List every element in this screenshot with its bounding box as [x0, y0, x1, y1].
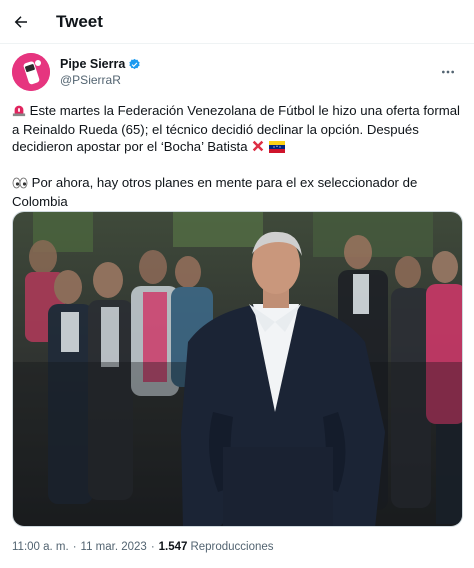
tweet-paragraph-2-text: Por ahora, hay otros planes en mente par…: [12, 175, 418, 209]
tweet-metadata: 11:00 a. m. · 11 mar. 2023 · 1.547 Repro…: [12, 541, 274, 553]
siren-emoji-icon: [12, 103, 26, 121]
tweet-paragraph-1: Este martes la Federación Venezolana de …: [12, 102, 462, 157]
separator: ·: [150, 541, 155, 553]
separator: ·: [72, 541, 77, 553]
tweet-author: Pipe Sierra @PSierraR: [12, 52, 462, 92]
author-handle[interactable]: @PSierraR: [60, 73, 141, 87]
tweet-paragraph-2: Por ahora, hay otros planes en mente par…: [12, 174, 462, 210]
views-label: Reproducciones: [190, 541, 274, 553]
verified-badge-icon: [128, 58, 141, 71]
tweet-photo-image: [13, 212, 462, 526]
more-horizontal-icon: [442, 70, 454, 74]
top-bar: Tweet: [0, 0, 474, 44]
avatar-image: [12, 53, 50, 91]
more-options-button[interactable]: [434, 58, 462, 86]
views-count: 1.547: [158, 541, 188, 553]
tweet-paragraph-1-text: Este martes la Federación Venezolana de …: [12, 103, 460, 154]
back-button[interactable]: [4, 5, 38, 39]
venezuela-flag-emoji-icon: [268, 140, 285, 157]
avatar[interactable]: [12, 53, 50, 91]
arrow-left-icon: [14, 15, 27, 28]
eyes-emoji-icon: [12, 176, 28, 193]
tweet-date[interactable]: 11 mar. 2023: [81, 541, 147, 553]
tweet-time[interactable]: 11:00 a. m.: [12, 541, 69, 553]
page-title: Tweet: [56, 11, 103, 31]
tweet-photo[interactable]: [12, 211, 463, 527]
tweet-text: Este martes la Federación Venezolana de …: [12, 102, 462, 210]
cross-mark-emoji-icon: [251, 139, 265, 157]
author-name[interactable]: Pipe Sierra: [60, 57, 125, 71]
